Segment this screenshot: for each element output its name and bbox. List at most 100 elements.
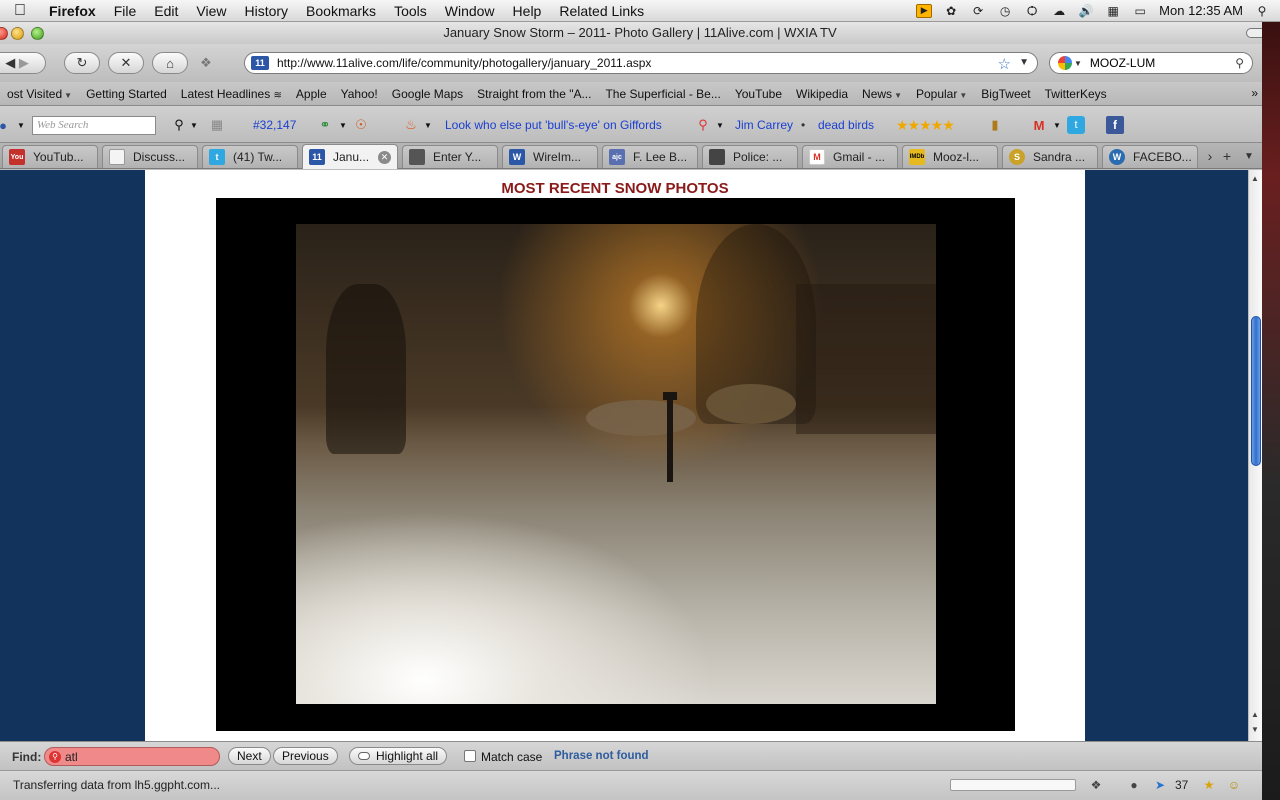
highlight-all-button[interactable]: Highlight all — [349, 747, 448, 765]
bookmark-latest-headlines[interactable]: Latest Headlines ≋ — [174, 87, 289, 101]
bookmark-wikipedia[interactable]: Wikipedia — [789, 87, 855, 101]
toolbar-logo-icon[interactable]: ● — [0, 116, 12, 134]
dropdown-icon[interactable]: ▼ — [1048, 116, 1066, 134]
find-previous-button[interactable]: Previous — [273, 747, 338, 765]
paw-icon[interactable]: ✿ — [943, 4, 959, 18]
headline-link[interactable]: Look who else put 'bull's-eye' on Giffor… — [445, 118, 662, 132]
bookmark-most-visited[interactable]: ost Visited ▼ — [0, 87, 79, 101]
scroll-thumb[interactable] — [1251, 316, 1261, 466]
bookmark-twitterkeys[interactable]: TwitterKeys — [1038, 87, 1114, 101]
rating-stars[interactable]: ★★★★★ — [896, 117, 955, 134]
bluetooth-icon[interactable]: Ѻ — [1024, 4, 1040, 18]
stop-button[interactable]: ✕ — [108, 52, 144, 74]
scroll-down-icon[interactable]: ▼ — [1251, 725, 1259, 734]
tag-icon[interactable]: ☉ — [352, 116, 370, 134]
notes-icon[interactable]: ▮ — [986, 116, 1004, 134]
link-chain-icon[interactable]: ⚭ — [316, 116, 334, 134]
apple-logo-icon[interactable]:  — [0, 2, 40, 20]
dropdown-icon[interactable]: ▼ — [334, 116, 352, 134]
play-flag-icon[interactable]: ▶ — [916, 3, 933, 18]
gray-circle-icon[interactable]: ● — [1126, 777, 1142, 793]
web-search-input[interactable]: Web Search — [32, 116, 156, 135]
time-machine-icon[interactable]: ◷ — [997, 4, 1013, 18]
bookmark-apple[interactable]: Apple — [289, 87, 334, 101]
site-favicon-icon[interactable]: 11 — [251, 56, 269, 70]
tab-ajc[interactable]: ajc F. Lee B... — [602, 145, 698, 168]
window-close-button[interactable] — [0, 27, 8, 40]
tab-facebook[interactable]: W FACEBO... — [1102, 145, 1198, 168]
bookmark-youtube[interactable]: YouTube — [728, 87, 789, 101]
trend-link-jim-carrey[interactable]: Jim Carrey — [735, 118, 793, 132]
greasemonkey-icon[interactable]: ★ — [1201, 777, 1217, 793]
menu-file[interactable]: File — [105, 3, 146, 19]
sync-icon[interactable]: ⟳ — [970, 4, 986, 18]
trend-link-dead-birds[interactable]: dead birds — [818, 118, 874, 132]
battery-icon[interactable]: ▭ — [1132, 4, 1148, 18]
tab-twitter[interactable]: t (41) Tw... — [202, 145, 298, 168]
bookmark-google-maps[interactable]: Google Maps — [385, 87, 470, 101]
download-status-icon[interactable]: ➤ — [1152, 777, 1168, 793]
bookmark-bigtweet[interactable]: BigTweet — [974, 87, 1037, 101]
tab-gmail[interactable]: M Gmail - ... — [802, 145, 898, 168]
bookmark-the-superficial[interactable]: The Superficial - Be... — [598, 87, 727, 101]
menu-bookmarks[interactable]: Bookmarks — [297, 3, 385, 19]
trends-icon[interactable]: ⚲ — [694, 116, 712, 134]
bookmark-star-icon[interactable]: ☆ — [998, 55, 1011, 73]
menu-tools[interactable]: Tools — [385, 3, 436, 19]
match-case-label[interactable]: Match case — [481, 750, 542, 764]
menu-help[interactable]: Help — [504, 3, 551, 19]
tab-youtube[interactable]: You YouTub... — [2, 145, 98, 168]
menu-app-firefox[interactable]: Firefox — [40, 3, 105, 19]
tab-imdb[interactable]: IMDb Mooz-l... — [902, 145, 998, 168]
twitter-icon[interactable]: t — [1067, 116, 1085, 134]
menu-window[interactable]: Window — [436, 3, 504, 19]
history-dropdown-icon[interactable]: ▼ — [1019, 57, 1029, 68]
window-minimize-button[interactable] — [11, 27, 24, 40]
bookmark-tool-icon[interactable]: ▦ — [208, 116, 226, 134]
find-next-button[interactable]: Next — [228, 747, 271, 765]
dropdown-icon[interactable]: ▼ — [12, 116, 30, 134]
find-input[interactable] — [65, 749, 215, 764]
forward-icon[interactable]: ▶ — [19, 55, 29, 71]
back-icon[interactable]: ◀ — [5, 55, 15, 71]
address-bar[interactable]: 11 ☆ ▼ — [244, 52, 1038, 74]
new-tab-icon[interactable]: + — [1218, 146, 1236, 166]
reload-button[interactable]: ↻ — [64, 52, 100, 74]
bookmarks-overflow-chevron[interactable]: » — [1251, 86, 1258, 100]
fire-icon[interactable]: ♨ — [402, 116, 420, 134]
spotlight-search-icon[interactable]: ⚲ — [1254, 4, 1270, 18]
rank-count-link[interactable]: #32,147 — [253, 118, 296, 132]
calendar-icon[interactable]: ▦ — [1105, 4, 1121, 18]
tab-scroll-right-icon[interactable]: › — [1201, 146, 1219, 166]
google-engine-icon[interactable] — [1058, 56, 1072, 70]
menu-edit[interactable]: Edit — [145, 3, 187, 19]
menu-related-links[interactable]: Related Links — [550, 3, 653, 19]
menu-history[interactable]: History — [235, 3, 297, 19]
window-zoom-button[interactable] — [31, 27, 44, 40]
search-input[interactable] — [1089, 56, 1230, 70]
dropdown-icon[interactable]: ▼ — [711, 116, 729, 134]
list-all-tabs-icon[interactable]: ▼ — [1240, 146, 1258, 166]
addon-status-icon[interactable]: ❖ — [1088, 777, 1104, 793]
scroll-up-icon[interactable]: ▲ — [1251, 710, 1259, 719]
match-case-checkbox[interactable] — [464, 750, 476, 762]
bookmark-yahoo[interactable]: Yahoo! — [334, 87, 385, 101]
tab-sandra[interactable]: S Sandra ... — [1002, 145, 1098, 168]
tab-discuss[interactable]: Discuss... — [102, 145, 198, 168]
clock[interactable]: Mon 12:35 AM — [1159, 3, 1243, 18]
find-field[interactable]: ⚲ — [44, 747, 220, 766]
wifi-icon[interactable]: ☁ — [1051, 4, 1067, 18]
search-icon[interactable]: ⚲ — [1235, 56, 1244, 70]
tab-january-active[interactable]: 11 Janu... ✕ — [302, 144, 398, 169]
url-input[interactable] — [277, 56, 977, 70]
tab-close-icon[interactable]: ✕ — [378, 150, 391, 164]
dropdown-icon[interactable]: ▼ — [185, 116, 203, 134]
dropdown-icon[interactable]: ▼ — [419, 116, 437, 134]
scroll-up-icon[interactable]: ▲ — [1251, 174, 1259, 183]
tab-wireimage[interactable]: W WireIm... — [502, 145, 598, 168]
bookmark-straight-from[interactable]: Straight from the "A... — [470, 87, 598, 101]
home-button[interactable]: ⌂ — [152, 52, 188, 74]
vertical-scrollbar[interactable]: ▲ ▲ ▼ — [1248, 170, 1262, 741]
bookmark-news[interactable]: News ▼ — [855, 87, 909, 101]
facebook-icon[interactable]: f — [1106, 116, 1124, 134]
